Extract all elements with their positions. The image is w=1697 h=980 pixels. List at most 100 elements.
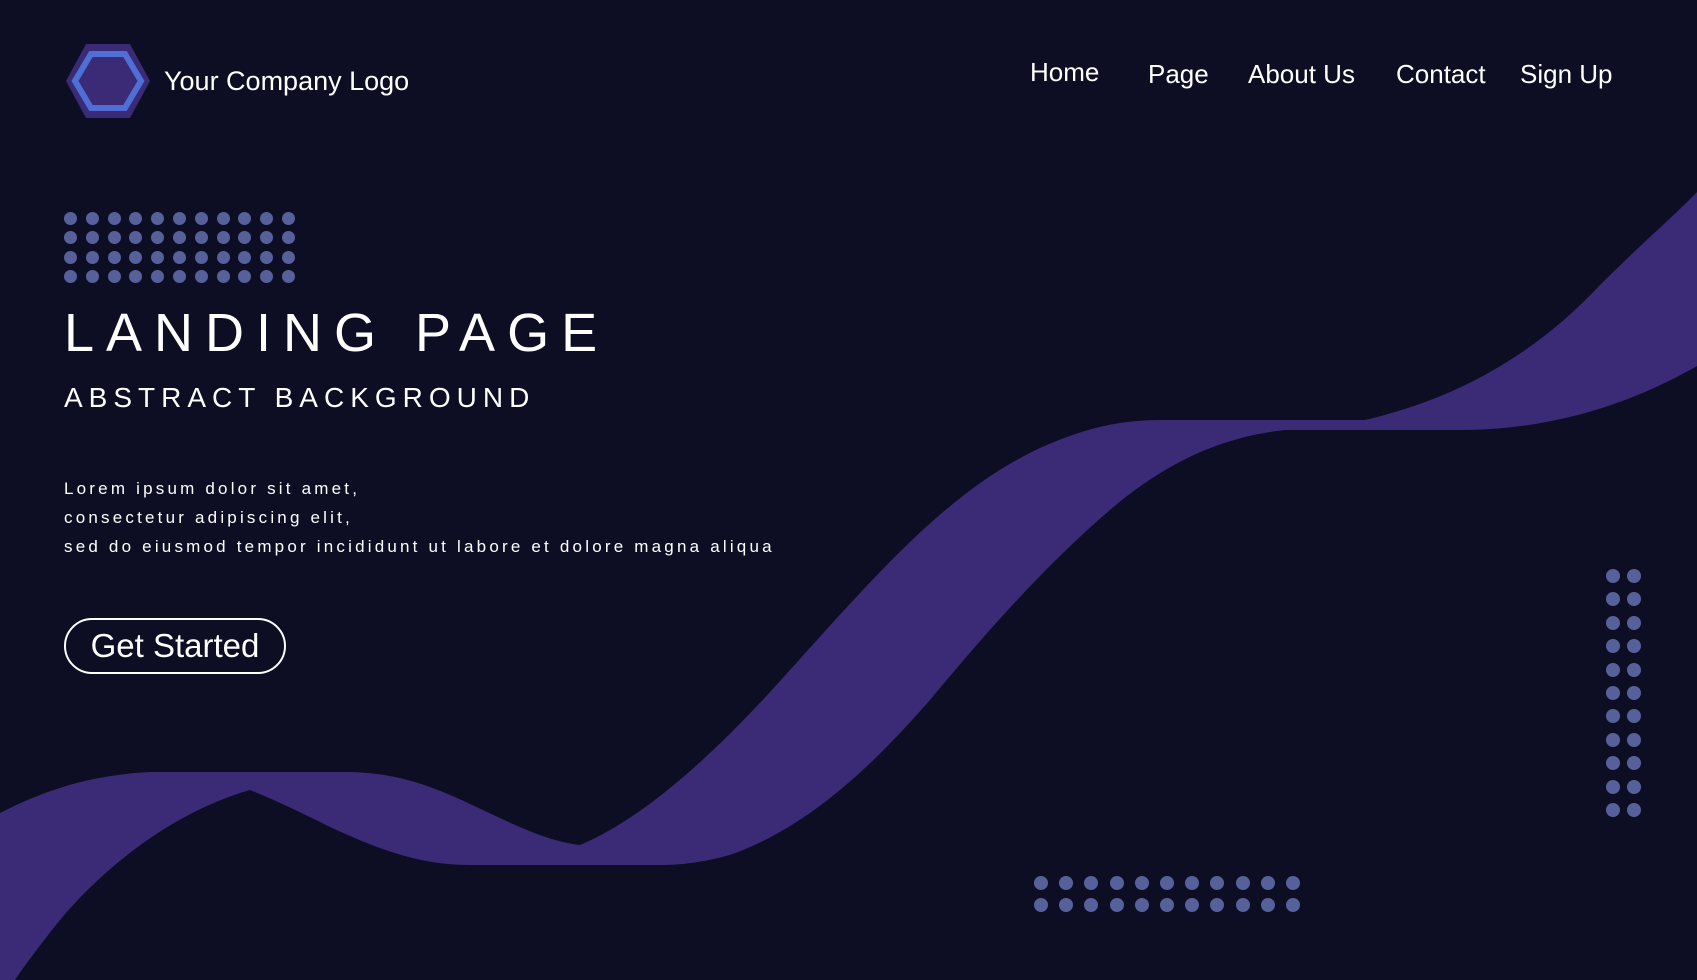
decorative-dot — [281, 269, 295, 283]
decorative-dot — [1034, 876, 1048, 890]
hero-subtitle: ABSTRACT BACKGROUND — [64, 382, 536, 413]
decorative-dot — [1185, 876, 1200, 890]
get-started-button[interactable]: Get Started — [64, 618, 286, 674]
decorative-dot — [1627, 756, 1641, 771]
decorative-dot — [172, 231, 186, 245]
decorative-dot — [1210, 876, 1225, 890]
decorative-dot — [1034, 898, 1048, 912]
decorative-dot — [1606, 802, 1620, 817]
decorative-dot — [1606, 569, 1620, 583]
decorative-dot — [129, 269, 143, 283]
decorative-dot — [1627, 732, 1641, 747]
decorative-dot — [85, 231, 99, 245]
decorative-dot — [172, 269, 186, 283]
decorative-dot — [1260, 876, 1275, 890]
decorative-dot — [281, 212, 295, 225]
nav-link-about-us[interactable]: About Us — [1248, 58, 1355, 90]
decorative-dot — [129, 212, 143, 225]
decorative-dot — [1606, 592, 1620, 607]
decorative-dot — [260, 231, 274, 245]
decorative-dot — [64, 269, 77, 283]
decorative-dot — [85, 269, 99, 283]
decorative-dot — [260, 250, 274, 264]
decorative-dot — [64, 250, 77, 264]
decorative-dot — [216, 269, 230, 283]
decorative-dot — [1627, 802, 1641, 817]
hero-body-text: Lorem ipsum dolor sit amet, consectetur … — [64, 474, 775, 561]
decorative-dot — [1059, 876, 1074, 890]
decorative-dot — [1159, 898, 1174, 912]
decorative-dot — [64, 231, 77, 245]
dot-pattern-right — [1606, 569, 1641, 817]
decorative-dot — [238, 231, 252, 245]
decorative-dot — [151, 269, 165, 283]
decorative-dot — [194, 212, 208, 225]
decorative-dot — [238, 250, 252, 264]
decorative-dot — [238, 269, 252, 283]
decorative-dot — [1606, 639, 1620, 654]
decorative-dot — [260, 269, 274, 283]
decorative-dot — [216, 212, 230, 225]
dot-pattern-bottom — [1034, 876, 1300, 912]
decorative-dot — [1059, 898, 1074, 912]
decorative-dot — [1627, 662, 1641, 677]
decorative-dot — [238, 212, 252, 225]
nav-link-sign-up[interactable]: Sign Up — [1520, 58, 1613, 90]
decorative-dot — [216, 231, 230, 245]
decorative-dot — [64, 212, 77, 225]
decorative-dot — [1210, 898, 1225, 912]
decorative-dot — [85, 250, 99, 264]
decorative-dot — [129, 250, 143, 264]
decorative-dot — [1627, 569, 1641, 583]
decorative-dot — [1235, 898, 1250, 912]
decorative-dot — [1606, 709, 1620, 724]
nav-link-home[interactable]: Home — [1030, 56, 1099, 88]
decorative-dot — [281, 231, 295, 245]
decorative-dot — [1260, 898, 1275, 912]
decorative-dot — [1084, 876, 1099, 890]
hero-title: LANDING PAGE — [64, 303, 610, 363]
decorative-dot — [107, 231, 121, 245]
decorative-dot — [1285, 898, 1300, 912]
decorative-dot — [1606, 756, 1620, 771]
company-logo-text: Your Company Logo — [164, 65, 410, 96]
decorative-dot — [107, 212, 121, 225]
hero-body-line: sed do eiusmod tempor incididunt ut labo… — [64, 537, 775, 556]
nav-link-page[interactable]: Page — [1148, 58, 1209, 90]
decorative-dot — [1134, 898, 1149, 912]
decorative-dot — [1134, 876, 1149, 890]
decorative-dot — [107, 250, 121, 264]
decorative-dot — [151, 212, 165, 225]
decorative-dot — [1285, 876, 1300, 890]
decorative-dot — [1084, 898, 1099, 912]
decorative-dot — [151, 231, 165, 245]
nav-link-contact[interactable]: Contact — [1396, 58, 1486, 90]
decorative-dot — [129, 231, 143, 245]
decorative-dot — [1627, 615, 1641, 630]
decorative-dot — [216, 250, 230, 264]
decorative-dot — [172, 212, 186, 225]
decorative-dot — [1109, 876, 1124, 890]
main-navigation: Home Page About Us Contact Sign Up — [1000, 56, 1640, 92]
dot-pattern-top-left — [64, 212, 295, 283]
decorative-dot — [85, 212, 99, 225]
decorative-dot — [107, 269, 121, 283]
decorative-dot — [1109, 898, 1124, 912]
hero-body-line: Lorem ipsum dolor sit amet, — [64, 479, 361, 498]
decorative-dot — [1159, 876, 1174, 890]
decorative-dot — [194, 231, 208, 245]
decorative-dot — [1606, 615, 1620, 630]
hero-body-line: consectetur adipiscing elit, — [64, 508, 353, 527]
decorative-dot — [1185, 898, 1200, 912]
decorative-dot — [194, 269, 208, 283]
decorative-dot — [1235, 876, 1250, 890]
decorative-dot — [151, 250, 165, 264]
decorative-dot — [1627, 592, 1641, 607]
decorative-dot — [1606, 662, 1620, 677]
decorative-dot — [281, 250, 295, 264]
company-logo[interactable]: Your Company Logo — [64, 42, 409, 120]
hexagon-icon — [66, 44, 150, 118]
decorative-dot — [194, 250, 208, 264]
decorative-dot — [172, 250, 186, 264]
decorative-dot — [1606, 779, 1620, 794]
